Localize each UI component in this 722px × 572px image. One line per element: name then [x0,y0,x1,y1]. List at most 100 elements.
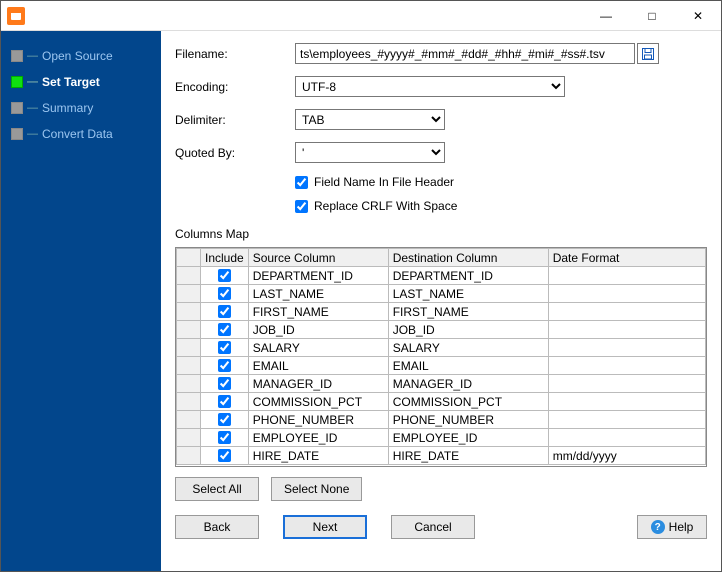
source-cell[interactable]: EMPLOYEE_ID [248,429,388,447]
dateformat-cell[interactable] [548,375,705,393]
row-header[interactable] [177,447,201,465]
dest-cell[interactable]: DEPARTMENT_ID [388,267,548,285]
include-checkbox[interactable] [218,305,231,318]
include-checkbox[interactable] [218,323,231,336]
dateformat-cell[interactable]: mm/dd/yyyy [548,447,705,465]
include-checkbox[interactable] [218,359,231,372]
sidebar-item-open-source[interactable]: —Open Source [1,43,161,69]
dest-cell[interactable]: LAST_NAME [388,285,548,303]
row-header[interactable] [177,357,201,375]
dest-cell[interactable]: EMAIL [388,357,548,375]
source-cell[interactable]: DEPARTMENT_ID [248,267,388,285]
include-checkbox[interactable] [218,377,231,390]
dest-cell[interactable]: FIRST_NAME [388,303,548,321]
delimiter-select[interactable]: TAB [295,109,445,130]
source-cell[interactable]: FIRST_NAME [248,303,388,321]
table-row[interactable]: MANAGER_IDMANAGER_ID [177,375,706,393]
source-cell[interactable]: PHONE_NUMBER [248,411,388,429]
dateformat-cell[interactable] [548,357,705,375]
dest-cell[interactable]: JOB_ID [388,321,548,339]
help-label: Help [669,520,694,534]
source-cell[interactable]: EMAIL [248,357,388,375]
source-cell[interactable]: HIRE_DATE [248,447,388,465]
dest-cell[interactable]: PHONE_NUMBER [388,411,548,429]
table-row[interactable]: EMAILEMAIL [177,357,706,375]
select-all-button[interactable]: Select All [175,477,259,501]
dest-cell[interactable]: SALARY [388,339,548,357]
row-header[interactable] [177,285,201,303]
source-cell[interactable]: MANAGER_ID [248,375,388,393]
field-name-header-label: Field Name In File Header [314,175,454,189]
back-button[interactable]: Back [175,515,259,539]
browse-button[interactable] [637,43,659,64]
columns-map-table[interactable]: Include Source Column Destination Column… [175,247,707,467]
table-row[interactable]: HIRE_DATEHIRE_DATEmm/dd/yyyy [177,447,706,465]
window-minimize-button[interactable]: — [583,1,629,31]
table-row[interactable]: DEPARTMENT_IDDEPARTMENT_ID [177,267,706,285]
wizard-sidebar: —Open Source—Set Target—Summary—Convert … [1,31,161,571]
sidebar-item-convert-data[interactable]: —Convert Data [1,121,161,147]
table-row[interactable]: EMPLOYEE_IDEMPLOYEE_ID [177,429,706,447]
sidebar-item-set-target[interactable]: —Set Target [1,69,161,95]
window-maximize-button[interactable]: □ [629,1,675,31]
dateformat-cell[interactable] [548,393,705,411]
dateformat-cell[interactable] [548,339,705,357]
encoding-select[interactable]: UTF-8 [295,76,565,97]
include-checkbox[interactable] [218,395,231,408]
window-close-button[interactable]: ✕ [675,1,721,31]
table-row[interactable]: FIRST_NAMEFIRST_NAME [177,303,706,321]
replace-crlf-checkbox[interactable] [295,200,308,213]
row-header[interactable] [177,303,201,321]
include-checkbox[interactable] [218,269,231,282]
col-dateformat-header[interactable]: Date Format [548,249,705,267]
source-cell[interactable]: JOB_ID [248,321,388,339]
row-header[interactable] [177,375,201,393]
dateformat-cell[interactable] [548,429,705,447]
cancel-button[interactable]: Cancel [391,515,475,539]
table-row[interactable]: COMMISSION_PCTCOMMISSION_PCT [177,393,706,411]
table-row[interactable]: LAST_NAMELAST_NAME [177,285,706,303]
field-name-header-checkbox[interactable] [295,176,308,189]
dateformat-cell[interactable] [548,267,705,285]
include-checkbox[interactable] [218,341,231,354]
row-header[interactable] [177,339,201,357]
replace-crlf-label: Replace CRLF With Space [314,199,457,213]
help-button[interactable]: ? Help [637,515,707,539]
connector: — [27,50,38,62]
dest-cell[interactable]: COMMISSION_PCT [388,393,548,411]
select-none-button[interactable]: Select None [271,477,362,501]
connector: — [27,128,38,140]
include-checkbox[interactable] [218,431,231,444]
col-include-header[interactable]: Include [201,249,249,267]
table-row[interactable]: SALARYSALARY [177,339,706,357]
step-marker-icon [11,76,23,88]
source-cell[interactable]: COMMISSION_PCT [248,393,388,411]
dateformat-cell[interactable] [548,411,705,429]
col-source-header[interactable]: Source Column [248,249,388,267]
dateformat-cell[interactable] [548,303,705,321]
columns-map-label: Columns Map [175,227,707,241]
row-header[interactable] [177,411,201,429]
row-header[interactable] [177,267,201,285]
dest-cell[interactable]: EMPLOYEE_ID [388,429,548,447]
filename-input[interactable] [295,43,635,64]
quoted-by-select[interactable]: ' [295,142,445,163]
dateformat-cell[interactable] [548,321,705,339]
source-cell[interactable]: LAST_NAME [248,285,388,303]
table-row[interactable]: JOB_IDJOB_ID [177,321,706,339]
table-row[interactable]: PHONE_NUMBERPHONE_NUMBER [177,411,706,429]
dateformat-cell[interactable] [548,285,705,303]
sidebar-item-summary[interactable]: —Summary [1,95,161,121]
dest-cell[interactable]: HIRE_DATE [388,447,548,465]
row-header[interactable] [177,393,201,411]
include-checkbox[interactable] [218,287,231,300]
col-dest-header[interactable]: Destination Column [388,249,548,267]
source-cell[interactable]: SALARY [248,339,388,357]
next-button[interactable]: Next [283,515,367,539]
include-checkbox[interactable] [218,449,231,462]
app-icon [7,7,25,25]
dest-cell[interactable]: MANAGER_ID [388,375,548,393]
row-header[interactable] [177,429,201,447]
row-header[interactable] [177,321,201,339]
include-checkbox[interactable] [218,413,231,426]
